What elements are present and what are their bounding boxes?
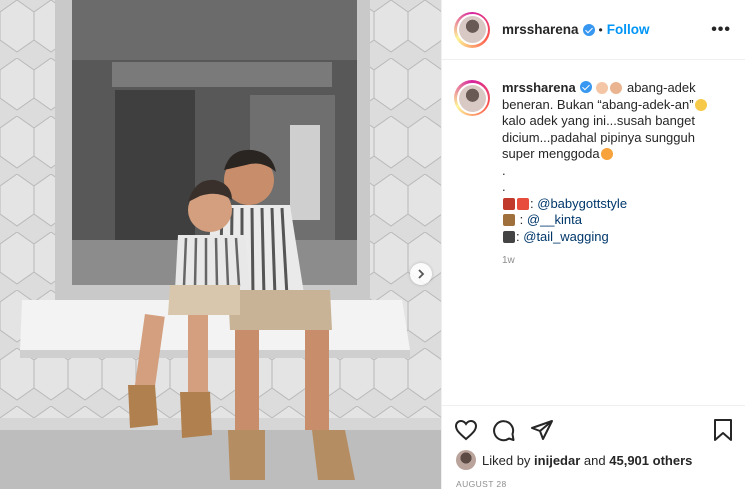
likes-prefix: Liked by — [482, 452, 531, 468]
author-avatar[interactable] — [454, 11, 490, 48]
post-photo[interactable] — [0, 0, 441, 489]
caption-line-5: super menggoda — [502, 146, 600, 161]
likes-and: and — [583, 452, 606, 468]
mention-kinta[interactable]: @__kinta — [527, 212, 582, 227]
liker-avatar[interactable] — [456, 450, 476, 470]
caption-timestamp: 1w — [502, 255, 515, 266]
caption-dot-1: . — [502, 162, 506, 178]
woman-emoji-icon — [596, 82, 609, 94]
credit-3-separator: : — [516, 228, 520, 244]
smirk-emoji-icon — [600, 148, 613, 160]
carousel-next-button[interactable] — [410, 263, 432, 285]
likes-count[interactable]: 45,901 others — [609, 453, 692, 468]
photo-illustration — [0, 0, 441, 489]
liker-username[interactable]: inijedar — [534, 453, 580, 468]
caption: mrssharena abang-adek beneran. Bukan “ab… — [454, 80, 731, 245]
comment-button[interactable] — [492, 418, 516, 442]
comment-icon — [493, 419, 515, 441]
caption-line-2: beneran. Bukan “abang-adek-an” — [502, 96, 694, 112]
save-button[interactable] — [713, 418, 733, 442]
credit-1-separator: : — [530, 195, 534, 211]
post-side-panel: mrssharena • Follow ••• mrssharena abang… — [441, 0, 745, 489]
dress-emoji-icon — [503, 197, 515, 210]
follow-button[interactable]: Follow — [607, 22, 650, 37]
boy-emoji-icon — [610, 82, 623, 94]
header-separator: • — [598, 22, 603, 37]
caption-username[interactable]: mrssharena — [502, 80, 576, 95]
comments-area: mrssharena abang-adek beneran. Bukan “ab… — [442, 60, 745, 405]
laughing-emoji-icon — [694, 98, 707, 111]
caption-avatar[interactable] — [454, 80, 490, 116]
post-date: AUGUST 28 — [456, 479, 507, 489]
credit-2-separator: : — [519, 212, 524, 227]
verified-badge-icon — [582, 23, 595, 36]
mention-babygottstyle[interactable]: @babygottstyle — [537, 196, 627, 211]
likes-summary: Liked by inijedar and 45,901 others — [456, 450, 692, 470]
caption-dot-2: . — [502, 179, 506, 194]
heart-icon — [454, 419, 478, 440]
post-header: mrssharena • Follow ••• — [442, 0, 745, 60]
mention-tail-wagging[interactable]: @tail_wagging — [523, 229, 608, 244]
bookmark-icon — [714, 418, 732, 441]
more-options-icon[interactable]: ••• — [711, 21, 731, 39]
like-button[interactable] — [454, 419, 478, 441]
author-username[interactable]: mrssharena — [502, 22, 579, 37]
caption-line-3: kalo adek yang ini...susah banget — [502, 113, 695, 128]
shirt-emoji-icon — [517, 197, 529, 210]
boot-emoji-icon — [503, 214, 515, 226]
verified-badge-icon — [579, 81, 592, 93]
caption-text: mrssharena abang-adek beneran. Bukan “ab… — [502, 80, 722, 245]
action-bar — [442, 405, 745, 453]
caption-line-4: dicium...padahal pipinya sungguh — [502, 129, 695, 145]
caption-line-1: abang-adek — [626, 80, 696, 95]
camera-emoji-icon — [503, 230, 515, 243]
share-button[interactable] — [530, 418, 554, 442]
chevron-right-icon — [418, 269, 425, 279]
paper-plane-icon — [531, 419, 553, 440]
